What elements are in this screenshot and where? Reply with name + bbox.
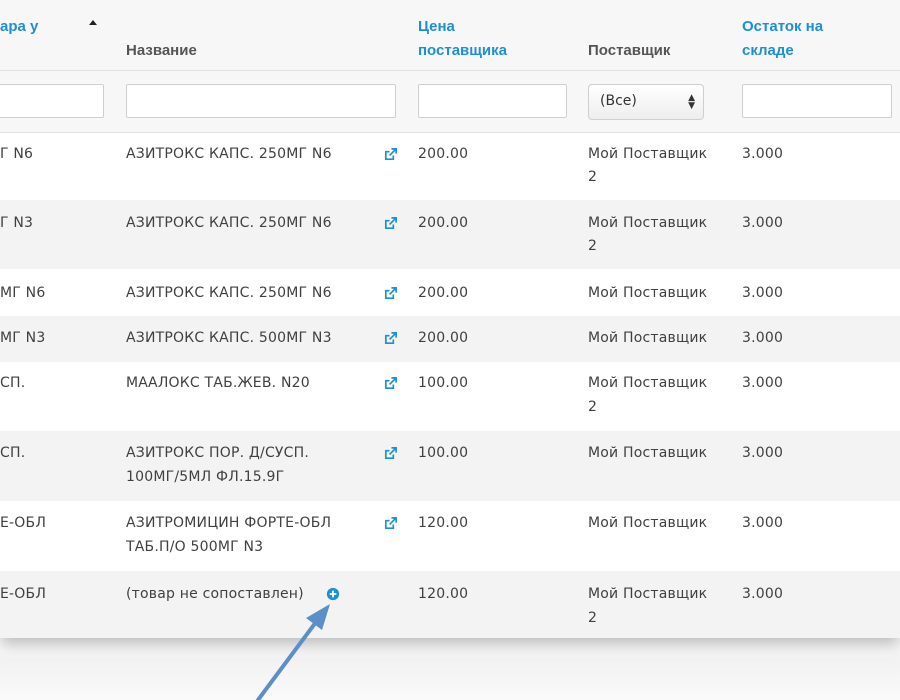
annotation-arrow xyxy=(256,604,330,700)
